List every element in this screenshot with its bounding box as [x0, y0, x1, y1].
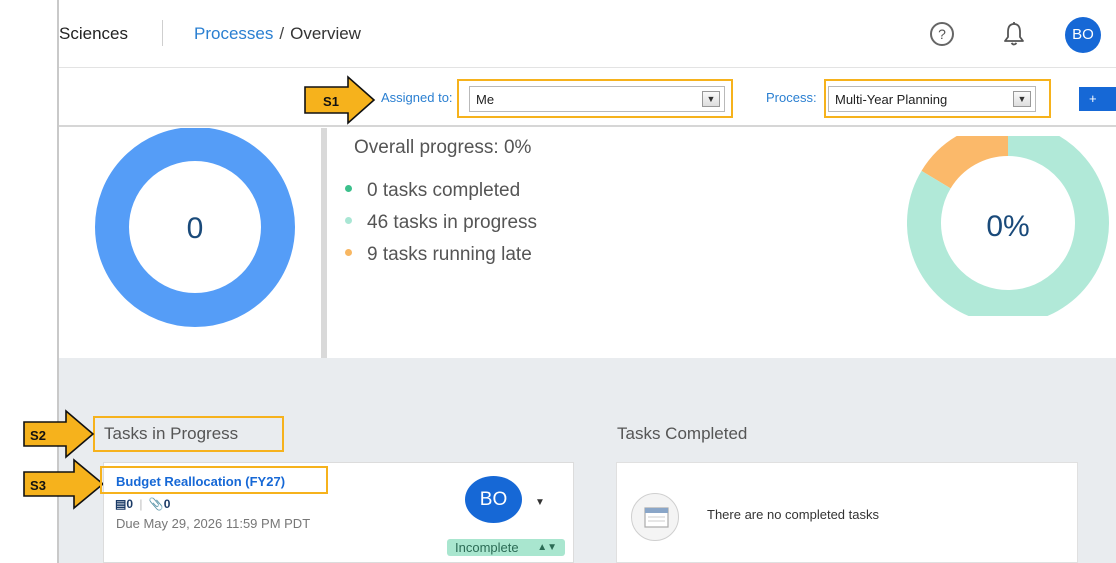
legend-dot-completed — [345, 185, 352, 193]
task-meta: ▤0 | 📎0 — [115, 497, 170, 511]
filter-bar: Assigned to: Me ▼ Process: Multi-Year Pl… — [59, 69, 1116, 127]
task-status-select[interactable]: Incomplete ▲▼ — [447, 539, 565, 556]
s3-highlight-box — [100, 466, 328, 494]
calendar-icon — [631, 493, 679, 541]
header-separator — [162, 20, 163, 46]
attachments-count: 0 — [163, 497, 171, 511]
add-button[interactable]: + — [1079, 87, 1116, 111]
tasks-completed-title: Tasks Completed — [617, 424, 748, 443]
overall-progress-title: Overall progress: 0% — [354, 137, 532, 158]
count-value: 0 — [187, 212, 204, 245]
task-due-date: Due May 29, 2026 11:59 PM PDT — [116, 516, 311, 531]
user-avatar[interactable]: BO — [1065, 17, 1101, 53]
s2-callout-label: S2 — [30, 428, 46, 443]
legend-dot-in-progress — [345, 217, 352, 225]
s1-callout-label: S1 — [323, 94, 339, 109]
legend-late-label: 9 tasks running late — [367, 244, 532, 265]
assigned-to-label: Assigned to: — [381, 90, 453, 105]
legend-completed-label: 0 tasks completed — [367, 180, 521, 201]
process-label: Process: — [766, 90, 817, 105]
count-panel: 0 — [59, 127, 321, 358]
legend-in-progress: 46 tasks in progress — [345, 212, 537, 234]
legend-in-progress-label: 46 tasks in progress — [367, 212, 538, 233]
s3-callout-label: S3 — [30, 478, 46, 493]
breadcrumb: Processes / Overview — [194, 24, 361, 44]
breadcrumb-processes-link[interactable]: Processes — [194, 24, 273, 43]
top-header: Sciences Processes / Overview ? BO — [59, 0, 1116, 68]
legend-late: 9 tasks running late — [345, 244, 532, 266]
legend-dot-late — [345, 249, 352, 257]
caret-down-icon[interactable]: ▼ — [535, 497, 545, 508]
help-icon[interactable]: ? — [930, 22, 954, 46]
legend-completed: 0 tasks completed — [345, 180, 520, 202]
attachment-icon: 📎 — [148, 497, 164, 511]
s3-callout-arrow: S3 — [23, 458, 105, 510]
task-assignee-avatar[interactable]: BO — [465, 476, 522, 523]
app-frame: Sciences Processes / Overview ? BO Assigne… — [0, 0, 1116, 563]
s1-highlight-box — [457, 79, 733, 118]
process-highlight-box — [824, 79, 1051, 118]
progress-percent: 0% — [986, 210, 1029, 243]
document-icon: ▤ — [115, 497, 127, 511]
progress-donut: 0% — [907, 136, 1109, 316]
s2-highlight-box — [93, 416, 284, 452]
no-completed-tasks-text: There are no completed tasks — [707, 507, 879, 522]
donut-segment-late — [921, 136, 1009, 189]
count-donut: 0 — [95, 127, 295, 327]
meta-divider: | — [139, 497, 143, 511]
breadcrumb-separator: / — [279, 24, 285, 43]
s1-callout-arrow: S1 — [304, 75, 376, 125]
sort-arrows-icon: ▲▼ — [537, 542, 557, 553]
task-status-value: Incomplete — [455, 540, 519, 555]
progress-panel: Overall progress: 0% 0 tasks completed 4… — [327, 128, 1116, 358]
notification-bell-icon[interactable] — [1003, 21, 1025, 47]
breadcrumb-current: Overview — [290, 24, 361, 43]
app-brand: Sciences — [59, 24, 128, 43]
completed-card: There are no completed tasks — [616, 462, 1078, 563]
docs-count: 0 — [126, 497, 134, 511]
s2-callout-arrow: S2 — [23, 409, 95, 459]
